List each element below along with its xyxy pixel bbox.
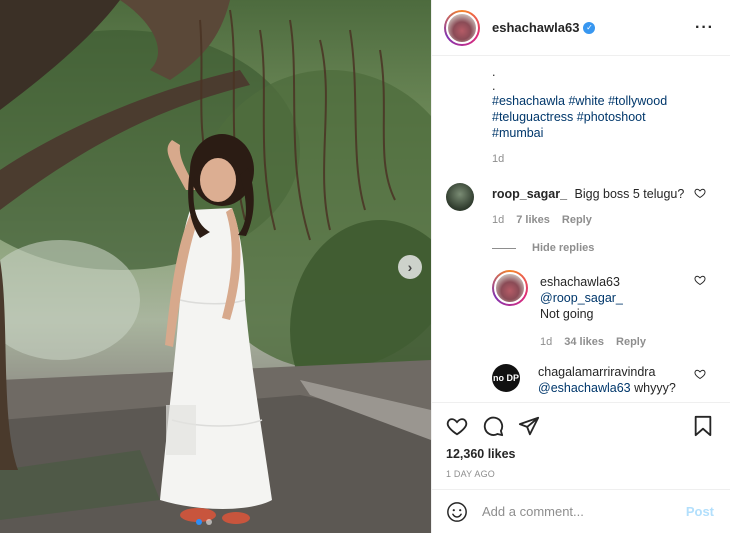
caption-line: . (492, 79, 496, 93)
bookmark-icon[interactable] (692, 415, 714, 437)
reply-text: Not going (540, 307, 594, 321)
reply-body: eshachawla63 @roop_sagar_ Not going 1d 3… (540, 270, 714, 350)
reply-mention-link[interactable]: @roop_sagar_ (540, 290, 714, 306)
comments-list[interactable]: . . #eshachawla #white #tollywood #telug… (432, 57, 730, 402)
comment-meta: 1d 7 likes Reply (492, 212, 714, 228)
reply-reply-button[interactable]: Reply (616, 334, 646, 350)
carousel-next-button[interactable]: › (398, 255, 422, 279)
carousel-indicator (196, 519, 212, 525)
reply-body: chagalamarriravindra @eshachawla63 whyyy… (538, 364, 714, 396)
post-caption: . . #eshachawla #white #tollywood #telug… (432, 57, 730, 167)
add-comment-bar: Post (432, 489, 730, 533)
caption-timestamp[interactable]: 1d (492, 151, 714, 167)
post-side-panel: eshachawla63 ✓ ··· . . #eshachawla #whit… (431, 0, 730, 533)
likes-count[interactable]: 12,360 likes (446, 447, 714, 461)
comment-reply-button[interactable]: Reply (562, 212, 592, 228)
commenter-avatar[interactable] (446, 183, 474, 211)
comment-text: Bigg boss 5 telugu? (574, 187, 685, 201)
reply-timestamp[interactable]: 1d (540, 334, 552, 350)
reply-author-avatar[interactable]: no DP (492, 364, 520, 392)
caption-hashtags-line-3: #mumbai (492, 125, 714, 141)
reply-username[interactable]: chagalamarriravindra (538, 364, 710, 380)
comment-input[interactable] (482, 504, 686, 519)
comment-body: roop_sagar_ Bigg boss 5 telugu? 1d 7 lik… (492, 183, 714, 228)
caption-hashtags-line-1: #eshachawla #white #tollywood (492, 93, 714, 109)
post-timestamp[interactable]: 1 DAY AGO (446, 469, 714, 479)
post-header: eshachawla63 ✓ ··· (432, 0, 730, 56)
reply-username[interactable]: eshachawla63 (540, 274, 710, 290)
caption-line: . (492, 65, 496, 79)
hide-replies-toggle[interactable]: Hide replies (492, 242, 730, 254)
carousel-dot (206, 519, 212, 525)
hashtag-link[interactable]: #white (568, 94, 604, 108)
hide-replies-label: Hide replies (532, 242, 595, 254)
reply-like-icon[interactable] (694, 368, 706, 380)
carousel-dot-active (196, 519, 202, 525)
reply-likes-count[interactable]: 34 likes (564, 334, 604, 350)
comment-item: roop_sagar_ Bigg boss 5 telugu? 1d 7 lik… (432, 183, 730, 228)
action-bar (446, 411, 714, 441)
caption-hashtags-line-2: #teluguactress #photoshoot (492, 109, 714, 125)
share-icon[interactable] (518, 415, 540, 437)
verified-badge-icon: ✓ (583, 21, 596, 34)
reply-like-icon[interactable] (694, 274, 706, 286)
reply-item: eshachawla63 @roop_sagar_ Not going 1d 3… (432, 270, 730, 350)
comment-timestamp[interactable]: 1d (492, 212, 504, 228)
comment-likes-count[interactable]: 7 likes (516, 212, 550, 228)
heart-icon[interactable] (446, 415, 468, 437)
emoji-icon[interactable] (446, 501, 468, 523)
post-photo-illustration (0, 0, 431, 533)
post-actions: 12,360 likes 1 DAY AGO (432, 402, 730, 479)
replies-list: eshachawla63 @roop_sagar_ Not going 1d 3… (432, 270, 730, 396)
comment-username[interactable]: roop_sagar_ (492, 187, 567, 201)
more-options-icon[interactable]: ··· (695, 19, 714, 37)
hashtag-link[interactable]: #eshachawla (492, 94, 565, 108)
chevron-right-icon: › (407, 259, 413, 275)
reply-author-avatar[interactable] (492, 270, 528, 306)
comment-like-icon[interactable] (694, 187, 706, 199)
author-username[interactable]: eshachawla63 (492, 20, 579, 35)
hashtag-link[interactable]: #photoshoot (577, 110, 646, 124)
post-photo[interactable]: › (0, 0, 431, 533)
reply-text: whyyy? (634, 381, 676, 395)
author-avatar[interactable] (444, 9, 480, 46)
reply-mention-link[interactable]: @eshachawla63 (538, 381, 631, 395)
hashtag-link[interactable]: #mumbai (492, 126, 543, 140)
hashtag-link[interactable]: #teluguactress (492, 110, 573, 124)
reply-item: no DP chagalamarriravindra @eshachawla63… (432, 364, 730, 396)
post-comment-button[interactable]: Post (686, 504, 714, 519)
comment-icon[interactable] (482, 415, 504, 437)
hide-replies-divider (492, 247, 516, 249)
reply-meta: 1d 34 likes Reply (540, 334, 714, 350)
no-dp-avatar-label: no DP (493, 373, 519, 383)
hashtag-link[interactable]: #tollywood (608, 94, 667, 108)
